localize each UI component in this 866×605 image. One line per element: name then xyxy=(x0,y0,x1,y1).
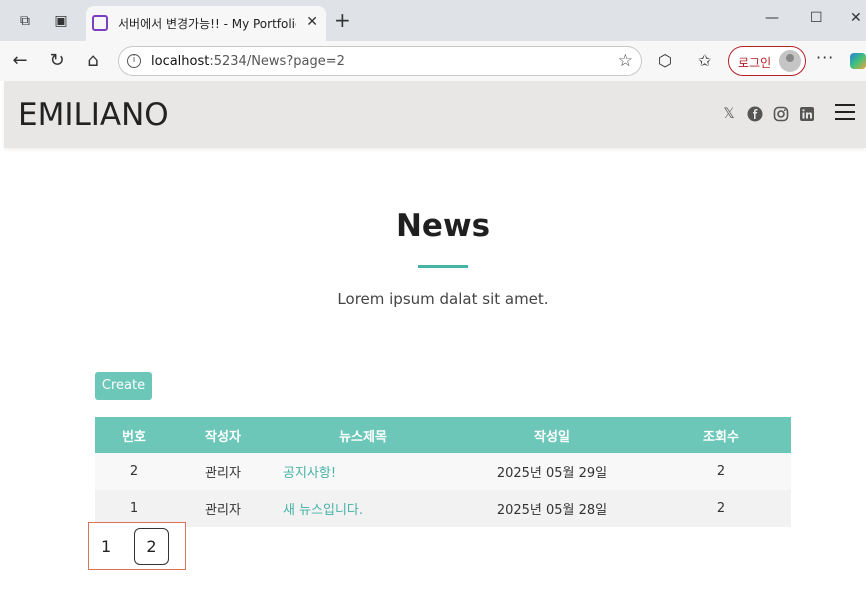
url-text[interactable]: localhost:5234/News?page=2 xyxy=(151,54,345,69)
site-favicon-icon xyxy=(92,15,108,31)
favorite-star-icon[interactable]: ☆ xyxy=(618,51,633,71)
tab-close-icon[interactable]: ✕ xyxy=(306,14,318,30)
profile-login-button[interactable]: 로그인 xyxy=(728,46,806,76)
news-title-link[interactable]: 공지사항! xyxy=(283,466,336,481)
column-header-number[interactable]: 번호 xyxy=(95,417,173,453)
linkedin-icon[interactable] xyxy=(799,106,815,122)
minimize-icon[interactable]: — xyxy=(765,10,779,26)
favorites-icon[interactable]: ✩ xyxy=(698,51,711,70)
instagram-icon[interactable] xyxy=(773,106,789,122)
browser-toolbar: ← ↻ ⌂ i localhost:5234/News?page=2 ☆ ⬡ ✩… xyxy=(0,41,866,81)
row-author: 관리자 xyxy=(173,453,273,490)
page-link-1[interactable]: 1 xyxy=(101,537,111,556)
page-subtitle: Lorem ipsum dalat sit amet. xyxy=(337,290,549,308)
copilot-icon[interactable] xyxy=(850,53,866,69)
site-logo[interactable]: EMILIANO xyxy=(18,97,169,133)
pagination: 1 2 xyxy=(88,522,186,570)
login-label: 로그인 xyxy=(738,56,772,70)
window-close-icon[interactable]: ✕ xyxy=(850,10,862,26)
tab-title: 서버에서 변경가능!! - My Portfolio xyxy=(118,17,296,31)
site-info-icon[interactable]: i xyxy=(127,54,141,68)
table-header-row: 번호 작성자 뉴스제목 작성일 조회수 xyxy=(95,417,791,453)
maximize-icon[interactable]: ☐ xyxy=(810,10,823,26)
back-icon[interactable]: ← xyxy=(9,50,31,72)
tab-actions-icon[interactable]: ▣ xyxy=(52,12,70,30)
url-host: localhost xyxy=(151,54,210,69)
address-bar[interactable]: i localhost:5234/News?page=2 ☆ xyxy=(118,46,642,76)
facebook-icon[interactable] xyxy=(747,106,763,122)
news-title-link[interactable]: 새 뉴스입니다. xyxy=(283,503,363,518)
more-options-icon[interactable]: ··· xyxy=(816,48,834,67)
row-views: 2 xyxy=(651,490,791,527)
news-table: 번호 작성자 뉴스제목 작성일 조회수 2 관리자 공지사항! 2025년 05… xyxy=(95,417,791,527)
row-title-cell: 공지사항! xyxy=(273,453,453,490)
profile-avatar-icon xyxy=(779,50,801,72)
column-header-author[interactable]: 작성자 xyxy=(173,417,273,453)
table-row: 1 관리자 새 뉴스입니다. 2025년 05월 28일 2 xyxy=(95,490,791,527)
row-views: 2 xyxy=(651,453,791,490)
page-title: News xyxy=(395,208,491,244)
site-header: EMILIANO 𝕏 xyxy=(4,81,866,148)
menu-hamburger-icon[interactable] xyxy=(835,104,855,122)
row-number: 2 xyxy=(95,453,173,490)
extensions-icon[interactable]: ⬡ xyxy=(658,51,672,70)
table-row: 2 관리자 공지사항! 2025년 05월 29일 2 xyxy=(95,453,791,490)
row-date: 2025년 05월 29일 xyxy=(453,453,651,490)
row-author: 관리자 xyxy=(173,490,273,527)
workspaces-icon[interactable]: ⧉ xyxy=(16,12,34,30)
browser-tabbar: ⧉ ▣ 서버에서 변경가능!! - My Portfolio ✕ + — ☐ ✕ xyxy=(0,0,866,41)
refresh-icon[interactable]: ↻ xyxy=(46,50,68,72)
browser-tab-active[interactable]: 서버에서 변경가능!! - My Portfolio ✕ xyxy=(86,6,326,41)
column-header-date[interactable]: 작성일 xyxy=(453,417,651,453)
column-header-views[interactable]: 조회수 xyxy=(651,417,791,453)
x-icon[interactable]: 𝕏 xyxy=(721,106,737,122)
new-tab-button[interactable]: + xyxy=(334,10,351,30)
create-button[interactable]: Create xyxy=(95,372,152,400)
row-date: 2025년 05월 28일 xyxy=(453,490,651,527)
row-title-cell: 새 뉴스입니다. xyxy=(273,490,453,527)
title-underline xyxy=(418,265,468,268)
column-header-title[interactable]: 뉴스제목 xyxy=(273,417,453,453)
page-link-current[interactable]: 2 xyxy=(134,528,169,565)
url-path: :5234/News?page=2 xyxy=(209,54,345,69)
home-icon[interactable]: ⌂ xyxy=(82,50,104,72)
